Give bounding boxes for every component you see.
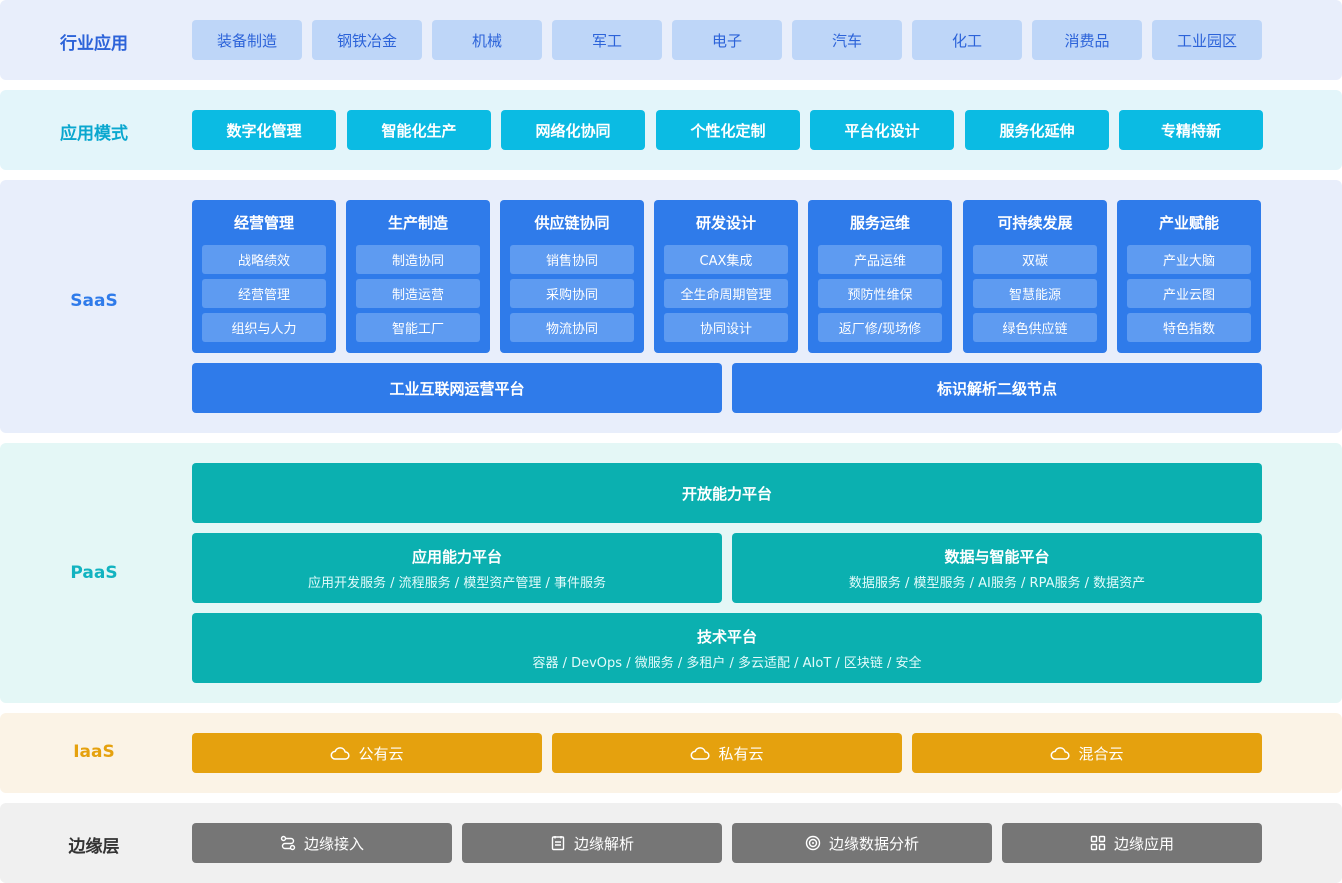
saas-column-title: 研发设计 [695, 214, 756, 232]
industry-chip-5[interactable]: 电子 [672, 20, 782, 60]
saas-sub-item[interactable]: 返厂修/现场修 [818, 313, 942, 342]
saas-sub-item[interactable]: 智能工厂 [356, 313, 480, 342]
saas-sub-item[interactable]: CAX集成 [664, 245, 788, 274]
industry-chip-8[interactable]: 消费品 [1032, 20, 1142, 60]
saas-sub-item[interactable]: 经营管理 [202, 279, 326, 308]
data-intelligence-platform[interactable]: 数据与智能平台 数据服务 / 模型服务 / AI服务 / RPA服务 / 数据资… [732, 533, 1262, 603]
saas-sub-item[interactable]: 产业云图 [1127, 279, 1251, 308]
saas-column-sustainability[interactable]: 可持续发展 双碳 智慧能源 绿色供应链 [963, 200, 1107, 353]
mode-band-label: 应用模式 [60, 124, 128, 144]
connect-icon [280, 835, 296, 851]
saas-column-title: 产业赋能 [1158, 214, 1219, 232]
private-cloud-button[interactable]: 私有云 [552, 733, 902, 773]
saas-column-title: 生产制造 [387, 214, 448, 232]
paas-band-label: PaaS [70, 563, 118, 583]
industry-chip-9[interactable]: 工业园区 [1152, 20, 1262, 60]
saas-sub-item[interactable]: 采购协同 [510, 279, 634, 308]
industry-band-label: 行业应用 [60, 34, 128, 54]
tech-platform[interactable]: 技术平台 容器 / DevOps / 微服务 / 多租户 / 多云适配 / AI… [192, 613, 1262, 683]
mode-chip-5[interactable]: 平台化设计 [810, 110, 954, 150]
saas-sub-item[interactable]: 组织与人力 [202, 313, 326, 342]
industry-band: 行业应用 装备制造 钢铁冶金 机械 军工 电子 汽车 化工 消费品 工业园区 [0, 0, 1342, 80]
saas-column-production[interactable]: 生产制造 制造协同 制造运营 智能工厂 [346, 200, 490, 353]
saas-sub-item[interactable]: 产业大脑 [1127, 245, 1251, 274]
iaas-band-label: IaaS [73, 742, 115, 762]
industry-chip-3[interactable]: 机械 [432, 20, 542, 60]
open-capability-platform-title: 开放能力平台 [681, 484, 772, 503]
saas-column-title: 经营管理 [233, 214, 294, 232]
saas-column-supply-chain[interactable]: 供应链协同 销售协同 采购协同 物流协同 [500, 200, 644, 353]
app-capability-platform-title: 应用能力平台 [411, 547, 502, 566]
document-parse-icon [550, 835, 566, 851]
mode-chip-3[interactable]: 网络化协同 [501, 110, 645, 150]
identifier-resolution-node[interactable]: 标识解析二级节点 [732, 363, 1262, 413]
grid-apps-icon [1090, 835, 1106, 851]
saas-sub-item[interactable]: 产品运维 [818, 245, 942, 274]
edge-band-label: 边缘层 [68, 837, 120, 857]
mode-chip-7[interactable]: 专精特新 [1119, 110, 1263, 150]
hybrid-cloud-label: 混合云 [1078, 744, 1124, 763]
saas-band-label: SaaS [70, 291, 118, 311]
saas-sub-item[interactable]: 物流协同 [510, 313, 634, 342]
mode-chip-2[interactable]: 智能化生产 [347, 110, 491, 150]
edge-access-label: 边缘接入 [303, 834, 364, 853]
saas-column-business[interactable]: 经营管理 战略绩效 经营管理 组织与人力 [192, 200, 336, 353]
cloud-icon [330, 746, 351, 760]
saas-column-industry-enablement[interactable]: 产业赋能 产业大脑 产业云图 特色指数 [1117, 200, 1261, 353]
mode-chip-4[interactable]: 个性化定制 [656, 110, 800, 150]
hybrid-cloud-button[interactable]: 混合云 [912, 733, 1262, 773]
edge-access-button[interactable]: 边缘接入 [192, 823, 452, 863]
cloud-icon [690, 746, 711, 760]
industry-chip-7[interactable]: 化工 [912, 20, 1022, 60]
saas-sub-item[interactable]: 制造协同 [356, 245, 480, 274]
saas-column-title: 供应链协同 [534, 214, 610, 232]
cloud-icon [1050, 746, 1071, 760]
mode-chip-1[interactable]: 数字化管理 [192, 110, 336, 150]
industry-chip-2[interactable]: 钢铁冶金 [312, 20, 422, 60]
edge-parse-label: 边缘解析 [573, 834, 634, 853]
data-intelligence-platform-title: 数据与智能平台 [944, 547, 1050, 566]
radar-icon [805, 835, 821, 851]
tech-platform-title: 技术平台 [696, 627, 757, 646]
saas-sub-item[interactable]: 预防性维保 [818, 279, 942, 308]
industry-chip-6[interactable]: 汽车 [792, 20, 902, 60]
mode-chip-6[interactable]: 服务化延伸 [965, 110, 1109, 150]
edge-data-analysis-button[interactable]: 边缘数据分析 [732, 823, 992, 863]
edge-data-analysis-label: 边缘数据分析 [828, 834, 919, 853]
private-cloud-label: 私有云 [718, 744, 764, 763]
iiot-operation-platform[interactable]: 工业互联网运营平台 [192, 363, 722, 413]
saas-column-service-ops[interactable]: 服务运维 产品运维 预防性维保 返厂修/现场修 [808, 200, 952, 353]
industry-chip-4[interactable]: 军工 [552, 20, 662, 60]
saas-column-title: 服务运维 [849, 214, 910, 232]
saas-column-rnd[interactable]: 研发设计 CAX集成 全生命周期管理 协同设计 [654, 200, 798, 353]
public-cloud-label: 公有云 [358, 744, 404, 763]
saas-sub-item[interactable]: 战略绩效 [202, 245, 326, 274]
saas-column-title: 可持续发展 [997, 214, 1073, 232]
edge-application-button[interactable]: 边缘应用 [1002, 823, 1262, 863]
tech-platform-desc: 容器 / DevOps / 微服务 / 多租户 / 多云适配 / AIoT / … [532, 655, 922, 671]
public-cloud-button[interactable]: 公有云 [192, 733, 542, 773]
edge-parse-button[interactable]: 边缘解析 [462, 823, 722, 863]
data-intelligence-platform-desc: 数据服务 / 模型服务 / AI服务 / RPA服务 / 数据资产 [848, 575, 1146, 591]
saas-sub-item[interactable]: 智慧能源 [973, 279, 1097, 308]
industry-chip-1[interactable]: 装备制造 [192, 20, 302, 60]
open-capability-platform[interactable]: 开放能力平台 [192, 463, 1262, 523]
saas-sub-item[interactable]: 制造运营 [356, 279, 480, 308]
saas-sub-item[interactable]: 双碳 [973, 245, 1097, 274]
saas-sub-item[interactable]: 协同设计 [664, 313, 788, 342]
saas-sub-item[interactable]: 全生命周期管理 [664, 279, 788, 308]
app-capability-platform[interactable]: 应用能力平台 应用开发服务 / 流程服务 / 模型资产管理 / 事件服务 [192, 533, 722, 603]
saas-sub-item[interactable]: 销售协同 [510, 245, 634, 274]
edge-application-label: 边缘应用 [1113, 834, 1174, 853]
saas-sub-item[interactable]: 绿色供应链 [973, 313, 1097, 342]
saas-sub-item[interactable]: 特色指数 [1127, 313, 1251, 342]
app-capability-platform-desc: 应用开发服务 / 流程服务 / 模型资产管理 / 事件服务 [308, 575, 606, 591]
